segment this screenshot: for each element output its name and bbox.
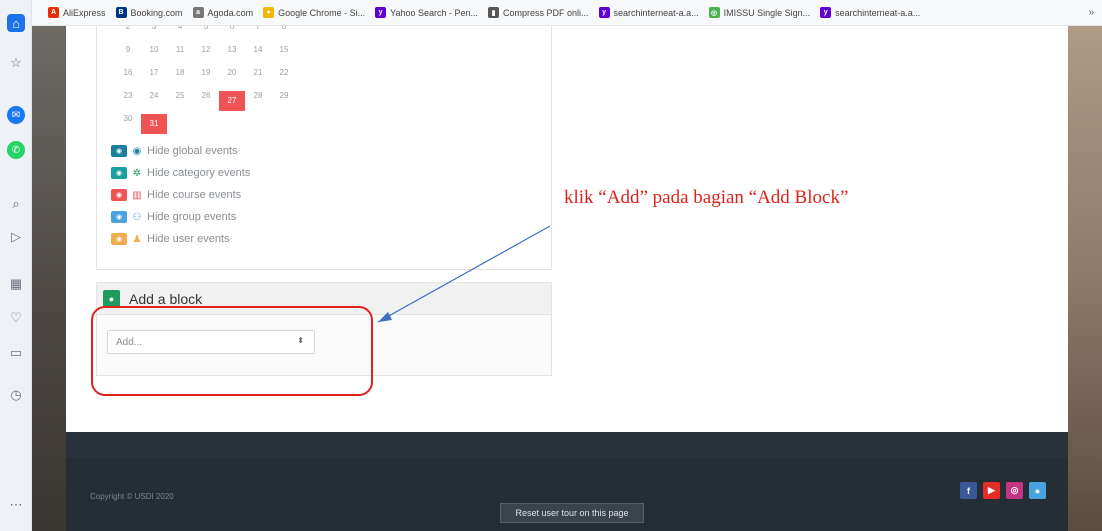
bookmark-label: Google Chrome - Si...: [278, 7, 366, 18]
heart-icon[interactable]: ♡: [7, 309, 25, 327]
bookmark-item[interactable]: a Agoda.com: [192, 7, 254, 18]
instagram-icon[interactable]: ◎: [1006, 482, 1023, 499]
home-icon[interactable]: ⌂: [7, 14, 25, 32]
bookmark-item[interactable]: ◎ IMISSU Single Sign...: [708, 7, 811, 18]
bookmark-favicon-icon: a: [192, 7, 204, 18]
browser-sidebar: ⌂ ☆ ✉ ✆ ⌕ ▷ ▦ ♡ ▭ ◷ ⋯: [0, 0, 32, 531]
bookmark-favicon-icon: ●: [263, 7, 275, 18]
bookmarks-bar: A AliExpress B Booking.com a Agoda.com ● Google…: [32, 0, 1102, 26]
favorites-icon[interactable]: ☆: [7, 54, 25, 72]
messenger-icon[interactable]: ✉: [7, 106, 25, 124]
bookmark-label: searchinterneat-a.a...: [613, 7, 699, 18]
bookmark-label: searchinterneat-a.a...: [835, 7, 921, 18]
facebook-icon[interactable]: f: [960, 482, 977, 499]
reset-tour-button[interactable]: Reset user tour on this page: [500, 503, 644, 523]
social-links: f ▶ ◎ ●: [960, 482, 1046, 499]
website-icon[interactable]: ●: [1029, 482, 1046, 499]
search-icon[interactable]: ⌕: [7, 195, 25, 213]
bookmark-label: Agoda.com: [207, 7, 254, 18]
bookmark-item[interactable]: y searchinterneat-a.a...: [598, 7, 699, 18]
bookmark-favicon-icon: B: [115, 7, 127, 18]
bookmark-favicon-icon: ▮: [488, 7, 500, 18]
bookmark-favicon-icon: y: [598, 7, 610, 18]
bookmark-label: Compress PDF onli...: [503, 7, 589, 18]
bookmark-favicon-icon: y: [375, 7, 387, 18]
bookmark-label: AliExpress: [63, 7, 106, 18]
more-icon[interactable]: ⋯: [7, 496, 25, 514]
whatsapp-icon[interactable]: ✆: [7, 141, 25, 159]
web-page: 2 3 4 5 6 7 8 9 10 11 12 13 14 15 16 17 18 19 20 21 22 23 24 25…: [32, 26, 1102, 531]
copyright-text: Copyright © USDI 2020: [90, 492, 174, 501]
bookmark-item[interactable]: B Booking.com: [115, 7, 183, 18]
bookmark-label: IMISSU Single Sign...: [723, 7, 811, 18]
footer-strip: [66, 432, 1068, 458]
apps-icon[interactable]: ▦: [7, 275, 25, 293]
bookmarks-more-icon[interactable]: »: [1088, 7, 1094, 18]
bookmark-item[interactable]: ▮ Compress PDF onli...: [488, 7, 589, 18]
bookmark-item[interactable]: ● Google Chrome - Si...: [263, 7, 365, 18]
site-footer: Copyright © USDI 2020 f ▶ ◎ ● Reset user to…: [66, 432, 1068, 531]
bookmark-favicon-icon: A: [48, 7, 59, 18]
bookmark-item[interactable]: y Yahoo Search - Pen...: [375, 7, 478, 18]
wallet-icon[interactable]: ▭: [7, 344, 25, 362]
bookmark-label: Yahoo Search - Pen...: [390, 7, 479, 18]
bookmark-label: Booking.com: [130, 7, 183, 18]
annotation-text: klik “Add” pada bagian “Add Block”: [564, 187, 849, 208]
bookmark-item[interactable]: A AliExpress: [48, 7, 106, 18]
bookmark-item[interactable]: y searchinterneat-a.a...: [820, 7, 920, 18]
bookmark-favicon-icon: y: [820, 7, 832, 18]
send-icon[interactable]: ▷: [7, 228, 25, 246]
youtube-icon[interactable]: ▶: [983, 482, 1000, 499]
bookmark-favicon-icon: ◎: [708, 7, 720, 18]
history-icon[interactable]: ◷: [7, 386, 25, 404]
